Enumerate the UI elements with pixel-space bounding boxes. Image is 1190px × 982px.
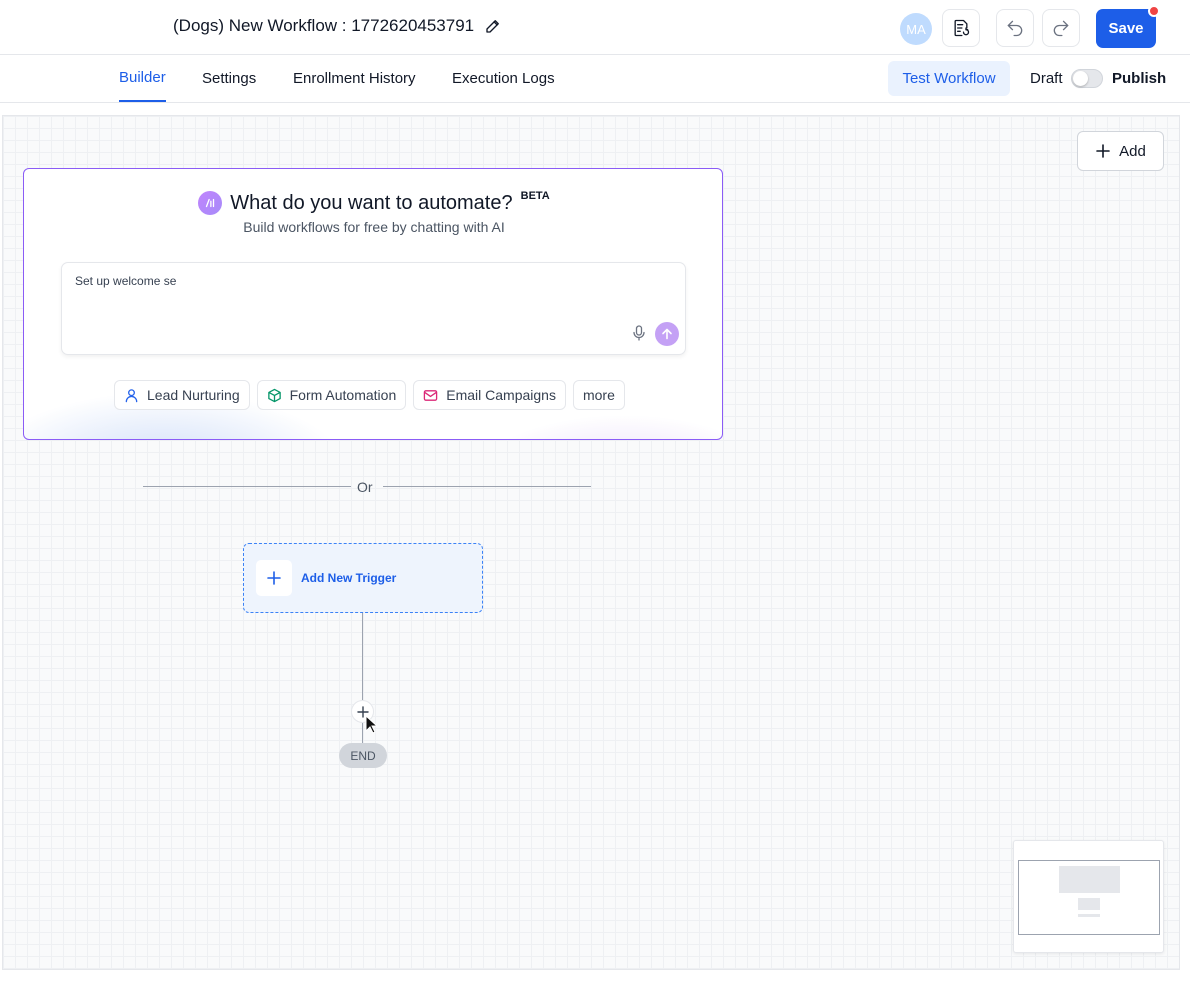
workflow-notes-button[interactable] xyxy=(942,9,980,47)
undo-icon xyxy=(1007,20,1023,37)
ai-sparkle-icon xyxy=(198,191,223,215)
ai-subtitle: Build workflows for free by chatting wit… xyxy=(243,219,505,235)
plus-icon xyxy=(1096,144,1110,158)
connector-line xyxy=(362,613,363,700)
divider-line-left xyxy=(143,486,351,487)
pencil-icon[interactable] xyxy=(484,17,502,35)
end-node: END xyxy=(339,743,387,768)
document-refresh-icon xyxy=(954,19,970,37)
redo-button[interactable] xyxy=(1042,9,1080,47)
chip-label: Lead Nurturing xyxy=(147,387,240,403)
draft-label: Draft xyxy=(1030,70,1063,87)
save-button[interactable]: Save xyxy=(1096,9,1156,48)
chip-more[interactable]: more xyxy=(572,380,625,410)
or-divider-text: Or xyxy=(357,479,373,495)
suggestion-chips: Lead Nurturing Form Automation Email Cam… xyxy=(114,380,625,410)
ai-prompt-input[interactable]: Set up welcome se xyxy=(61,262,686,355)
workflow-title: (Dogs) New Workflow : 1772620453791 xyxy=(173,16,475,35)
chip-label: Form Automation xyxy=(289,387,397,403)
minimap[interactable] xyxy=(1013,840,1164,953)
avatar[interactable]: MA xyxy=(900,13,932,45)
add-new-trigger-button[interactable]: Add New Trigger xyxy=(243,543,483,613)
ai-automate-card: What do you want to automate? BETA Build… xyxy=(23,168,723,440)
tab-execution-logs[interactable]: Execution Logs xyxy=(452,55,555,102)
chip-label: Email Campaigns xyxy=(446,387,556,403)
send-button[interactable] xyxy=(655,322,679,346)
publish-toggle[interactable] xyxy=(1071,69,1103,88)
add-button-label: Add xyxy=(1119,142,1146,160)
redo-icon xyxy=(1053,20,1069,37)
add-new-trigger-label: Add New Trigger xyxy=(301,571,397,585)
ai-title: What do you want to automate? xyxy=(230,191,513,214)
test-workflow-button[interactable]: Test Workflow xyxy=(888,61,1010,96)
tab-enrollment-history[interactable]: Enrollment History xyxy=(293,55,416,102)
notification-dot xyxy=(1148,5,1160,17)
connector-line xyxy=(362,723,363,743)
add-button[interactable]: Add xyxy=(1077,131,1164,171)
publish-label: Publish xyxy=(1112,70,1167,87)
tab-settings[interactable]: Settings xyxy=(202,55,256,102)
microphone-icon[interactable] xyxy=(632,325,646,341)
beta-badge: BETA xyxy=(520,190,550,202)
top-bar: (Dogs) New Workflow : 1772620453791 MA S… xyxy=(0,0,1190,55)
minimap-node xyxy=(1078,914,1100,917)
ai-prompt-value[interactable]: Set up welcome se xyxy=(75,274,176,288)
mouse-cursor-icon xyxy=(365,715,379,734)
user-icon xyxy=(125,388,138,402)
arrow-up-icon xyxy=(662,328,672,340)
chip-label: more xyxy=(582,387,615,403)
mail-icon xyxy=(423,389,438,401)
chip-email-campaigns[interactable]: Email Campaigns xyxy=(413,380,566,410)
workflow-title-area: (Dogs) New Workflow : 1772620453791 xyxy=(173,16,502,36)
minimap-node xyxy=(1078,898,1100,910)
ai-heading: What do you want to automate? BETA xyxy=(24,190,722,215)
undo-button[interactable] xyxy=(996,9,1034,47)
tab-bar: Builder Settings Enrollment History Exec… xyxy=(0,55,1190,103)
cube-icon xyxy=(267,388,281,402)
chip-form-automation[interactable]: Form Automation xyxy=(256,380,407,410)
chip-lead-nurturing[interactable]: Lead Nurturing xyxy=(114,380,250,410)
plus-icon xyxy=(256,560,292,596)
toggle-knob xyxy=(1073,71,1088,86)
divider-line-right xyxy=(383,486,591,487)
tab-builder[interactable]: Builder xyxy=(119,55,166,102)
minimap-node xyxy=(1059,866,1120,893)
